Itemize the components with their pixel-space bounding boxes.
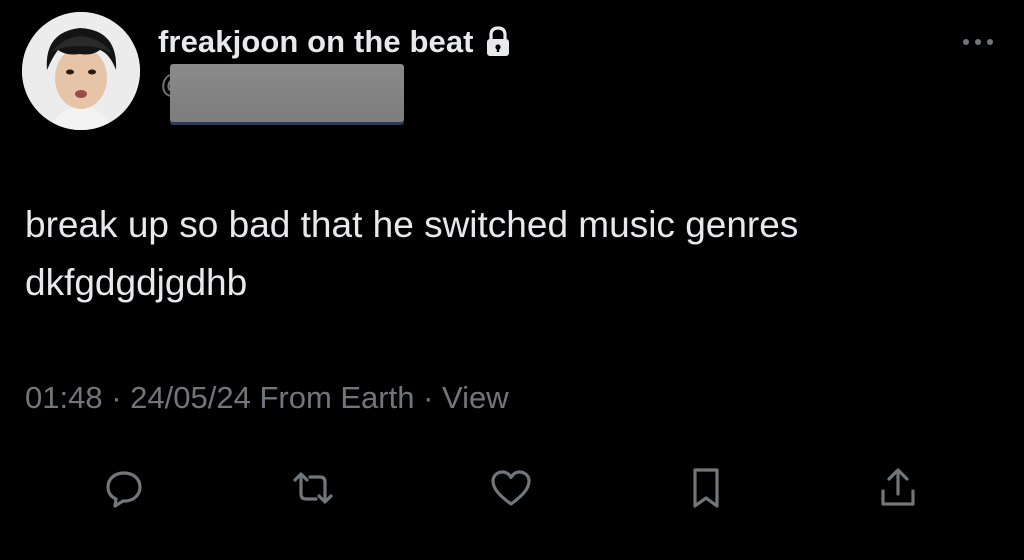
view-link[interactable]: View: [442, 380, 509, 415]
avatar-image: [22, 12, 140, 130]
tweet-card: freakjoon on the beat @ break up so bad …: [0, 0, 1024, 560]
like-button[interactable]: [485, 462, 537, 514]
avatar[interactable]: [22, 12, 140, 130]
reply-button[interactable]: [98, 462, 150, 514]
display-name[interactable]: freakjoon on the beat: [158, 24, 474, 60]
tweet-text: break up so bad that he switched music g…: [25, 204, 799, 303]
reply-icon: [106, 471, 142, 508]
action-bar: [0, 462, 1024, 518]
more-options-icon[interactable]: [960, 30, 1000, 50]
bookmark-icon: [693, 468, 719, 508]
retweet-button[interactable]: [287, 462, 339, 514]
tweet-time[interactable]: 01:48: [25, 380, 103, 415]
handle-redaction: [170, 64, 404, 122]
tweet-meta: 01:48 · 24/05/24 From Earth · View: [25, 380, 509, 416]
retweet-icon: [293, 472, 333, 504]
handle-row: @: [160, 64, 404, 122]
share-icon: [881, 468, 915, 506]
heart-icon: [491, 470, 531, 506]
share-button[interactable]: [872, 462, 924, 514]
meta-separator-2: ·: [414, 380, 443, 415]
lock-icon: [484, 26, 512, 58]
meta-separator-1: ·: [102, 380, 131, 415]
tweet-date[interactable]: 24/05/24: [130, 380, 251, 415]
bookmark-button[interactable]: [680, 462, 732, 514]
tweet-source: From Earth: [259, 380, 415, 415]
display-name-row: freakjoon on the beat: [158, 24, 512, 60]
